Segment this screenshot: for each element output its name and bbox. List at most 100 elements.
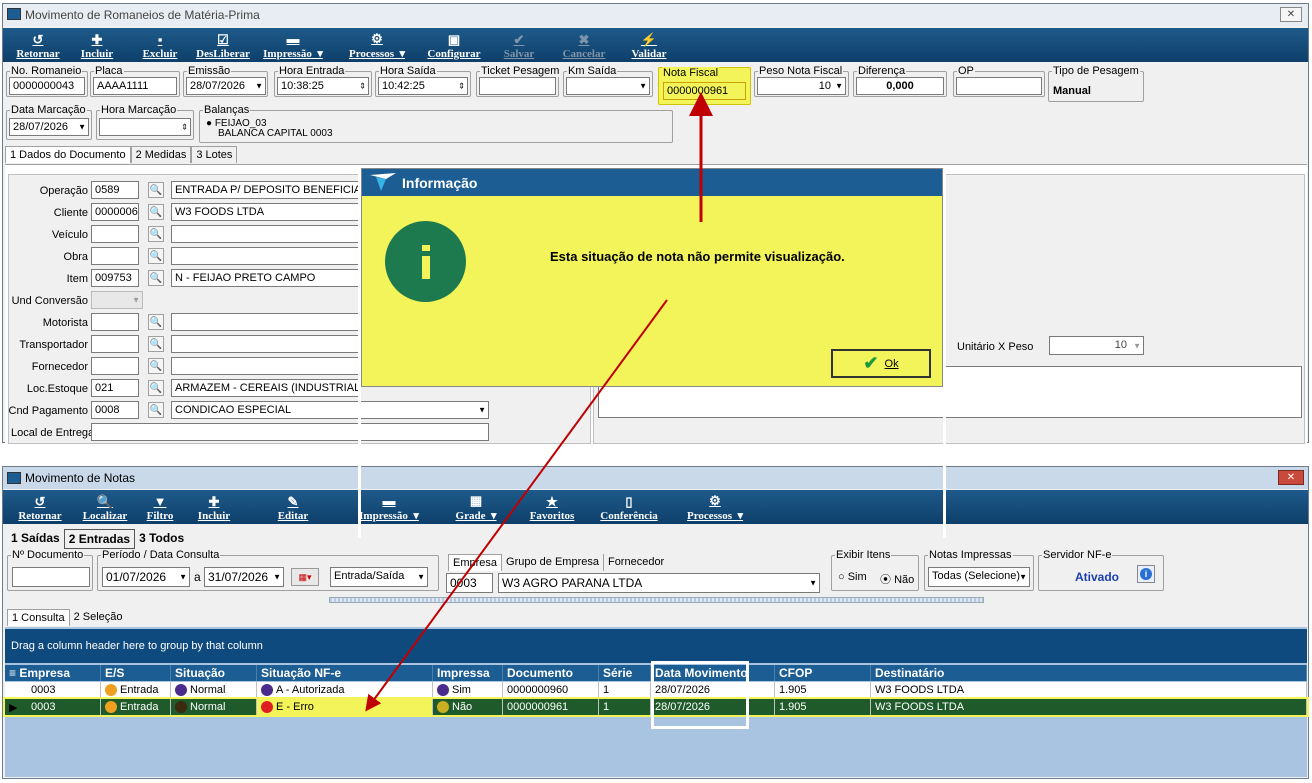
tab-selecao[interactable]: 2 Seleção xyxy=(69,609,127,626)
toolbar-incluir-button[interactable]: ✚ Incluir xyxy=(69,28,125,62)
diferenca-input[interactable]: 0,000 xyxy=(856,77,944,95)
cndpagamento-code-input[interactable]: 0008 xyxy=(91,401,139,419)
nota-fiscal-input[interactable]: 0000000961 xyxy=(663,82,746,100)
toolbar-desliberar-button[interactable]: ☑ DesLiberar xyxy=(195,28,251,62)
calendar-icon[interactable]: ▦▾ xyxy=(291,568,319,586)
motorista-desc-input[interactable] xyxy=(171,313,361,331)
cliente-desc-input[interactable]: W3 FOODS LTDA xyxy=(171,203,361,221)
close-button[interactable]: ✕ xyxy=(1278,470,1304,485)
operao-desc-input[interactable]: ENTRADA P/ DEPOSITO BENEFICIAM xyxy=(171,181,361,199)
search-icon[interactable]: 🔍 xyxy=(148,204,164,220)
hora-marcacao-input[interactable]: ⇕ xyxy=(99,118,191,136)
close-button[interactable]: ✕ xyxy=(1280,7,1302,22)
item-desc-input[interactable]: N - FEIJAO PRETO CAMPO xyxy=(171,269,361,287)
transportador-desc-input[interactable] xyxy=(171,335,361,353)
column-header-es[interactable]: E/S xyxy=(101,665,171,681)
placa-input[interactable]: AAAA1111 xyxy=(93,77,177,95)
veculo-code-input[interactable] xyxy=(91,225,139,243)
obra-code-input[interactable] xyxy=(91,247,139,265)
toolbar-filtro-button[interactable]: ▼ Filtro xyxy=(137,490,183,524)
hora-saida-input[interactable]: 10:42:25 ⇕ xyxy=(378,77,468,95)
obra-desc-input[interactable] xyxy=(171,247,361,265)
unitario-select[interactable]: 10 ▼ xyxy=(1049,336,1144,355)
toolbar-localizar-button[interactable]: 🔍 Localizar xyxy=(73,490,137,524)
undconverso-select[interactable]: ▼ xyxy=(91,291,143,309)
tab-entradas[interactable]: 2 Entradas xyxy=(63,529,136,549)
toolbar-grade-button[interactable]: ▦ Grade ▾ xyxy=(437,490,515,524)
emissao-date[interactable]: 28/07/2026 ▼ xyxy=(186,77,266,95)
no-romaneio-input[interactable]: 0000000043 xyxy=(9,77,85,95)
tab-empresa[interactable]: Empresa xyxy=(448,554,503,571)
toolbar-retornar-button[interactable]: ↺ Retornar xyxy=(7,490,73,524)
toolbar-favoritos-button[interactable]: ★ Favoritos xyxy=(515,490,589,524)
column-header-documento[interactable]: Documento xyxy=(503,665,599,681)
toolbar-cancelar-button[interactable]: ✖ Cancelar xyxy=(549,28,619,62)
empresa-select[interactable]: W3 AGRO PARANA LTDA ▼ xyxy=(498,573,820,593)
documento-input[interactable] xyxy=(12,567,90,587)
column-header-empresa[interactable]: ≡ Empresa xyxy=(5,665,101,681)
balanca-radio-2[interactable]: BALANCA CAPITAL 0003 xyxy=(218,129,333,139)
item-code-input[interactable]: 009753 xyxy=(91,269,139,287)
fornecedor-code-input[interactable] xyxy=(91,357,139,375)
cndpagamento-desc-input[interactable]: CONDICAO ESPECIAL ▼ xyxy=(171,401,489,419)
tab-fornecedor[interactable]: Fornecedor xyxy=(602,554,669,571)
cliente-code-input[interactable]: 0000006 xyxy=(91,203,139,221)
toolbar-configurar-button[interactable]: ▣ Configurar xyxy=(419,28,489,62)
locestoque-code-input[interactable]: 021 xyxy=(91,379,139,397)
toolbar-incluir-button[interactable]: ✚ Incluir xyxy=(183,490,245,524)
radio-sim[interactable]: ○ Sim xyxy=(838,571,867,583)
tab-medidas[interactable]: 2 Medidas xyxy=(130,146,192,163)
op-input[interactable] xyxy=(956,77,1042,95)
tab-lotes[interactable]: 3 Lotes xyxy=(191,146,238,163)
spinner-icon[interactable]: ⇕ xyxy=(359,82,366,91)
date-to[interactable]: 31/07/2026 ▼ xyxy=(204,567,284,587)
column-header-cfop[interactable]: CFOP xyxy=(775,665,871,681)
empresa-code-input[interactable]: 0003 xyxy=(446,573,493,593)
operao-code-input[interactable]: 0589 xyxy=(91,181,139,199)
date-from[interactable]: 01/07/2026 ▼ xyxy=(102,567,190,587)
toolbar-salvar-button[interactable]: ✔ Salvar xyxy=(489,28,549,62)
toolbar-processos-button[interactable]: ⚙ Processos ▾ xyxy=(669,490,761,524)
toolbar-retornar-button[interactable]: ↺ Retornar xyxy=(7,28,69,62)
splitter-handle[interactable] xyxy=(329,597,984,603)
toolbar-conferncia-button[interactable]: ▯ Conferência xyxy=(589,490,669,524)
transportador-code-input[interactable] xyxy=(91,335,139,353)
search-icon[interactable]: 🔍 xyxy=(148,248,164,264)
search-icon[interactable]: 🔍 xyxy=(148,402,164,418)
column-header-impressa[interactable]: Impressa xyxy=(433,665,503,681)
search-icon[interactable]: 🔍 xyxy=(148,270,164,286)
tab-dados-documento[interactable]: 1 Dados do Documento xyxy=(5,146,131,163)
toolbar-editar-button[interactable]: ✎ Editar xyxy=(245,490,341,524)
toolbar-impresso-button[interactable]: ▬ Impressão ▾ xyxy=(251,28,335,62)
column-header-situaonfe[interactable]: Situação NF-e xyxy=(257,665,433,681)
search-icon[interactable]: 🔍 xyxy=(148,336,164,352)
peso-select[interactable]: 10 ▼ xyxy=(757,77,846,95)
toolbar-excluir-button[interactable]: ▪ Excluir xyxy=(125,28,195,62)
tab-saidas[interactable]: 1 Saídas xyxy=(7,529,64,549)
spinner-icon[interactable]: ⇕ xyxy=(458,82,465,91)
fornecedor-desc-input[interactable] xyxy=(171,357,361,375)
veculo-desc-input[interactable] xyxy=(171,225,361,243)
radio-nao[interactable]: ⦿ Não xyxy=(880,571,914,587)
ok-button[interactable]: ✔ Ok xyxy=(831,349,931,378)
tab-todos[interactable]: 3 Todos xyxy=(135,529,188,549)
toolbar-processos-button[interactable]: ⚙ Processos ▾ xyxy=(335,28,419,62)
hora-entrada-input[interactable]: 10:38:25 ⇕ xyxy=(277,77,369,95)
notas-select[interactable]: Todas (Selecione) ▼ xyxy=(928,567,1030,587)
ticket-input[interactable] xyxy=(479,77,556,95)
motorista-code-input[interactable] xyxy=(91,313,139,331)
locestoque-desc-input[interactable]: ARMAZEM - CEREAIS (INDUSTRIAL) - xyxy=(171,379,361,397)
data-marcacao-date[interactable]: 28/07/2026 ▼ xyxy=(9,118,89,136)
column-header-srie[interactable]: Série xyxy=(599,665,651,681)
search-icon[interactable]: 🔍 xyxy=(148,182,164,198)
toolbar-validar-button[interactable]: ⚡ Validar xyxy=(619,28,679,62)
tab-grupo-empresa[interactable]: Grupo de Empresa xyxy=(502,554,603,571)
spinner-icon[interactable]: ⇕ xyxy=(181,123,188,132)
localdeentrega-input[interactable] xyxy=(91,423,489,441)
search-icon[interactable]: 🔍 xyxy=(148,314,164,330)
search-icon[interactable]: 🔍 xyxy=(148,226,164,242)
info-icon[interactable]: i xyxy=(1137,565,1155,583)
entrada-saida-select[interactable]: Entrada/Saída ▼ xyxy=(330,567,428,587)
tab-consulta[interactable]: 1 Consulta xyxy=(7,609,70,626)
toolbar-impresso-button[interactable]: ▬ Impressão ▾ xyxy=(341,490,437,524)
